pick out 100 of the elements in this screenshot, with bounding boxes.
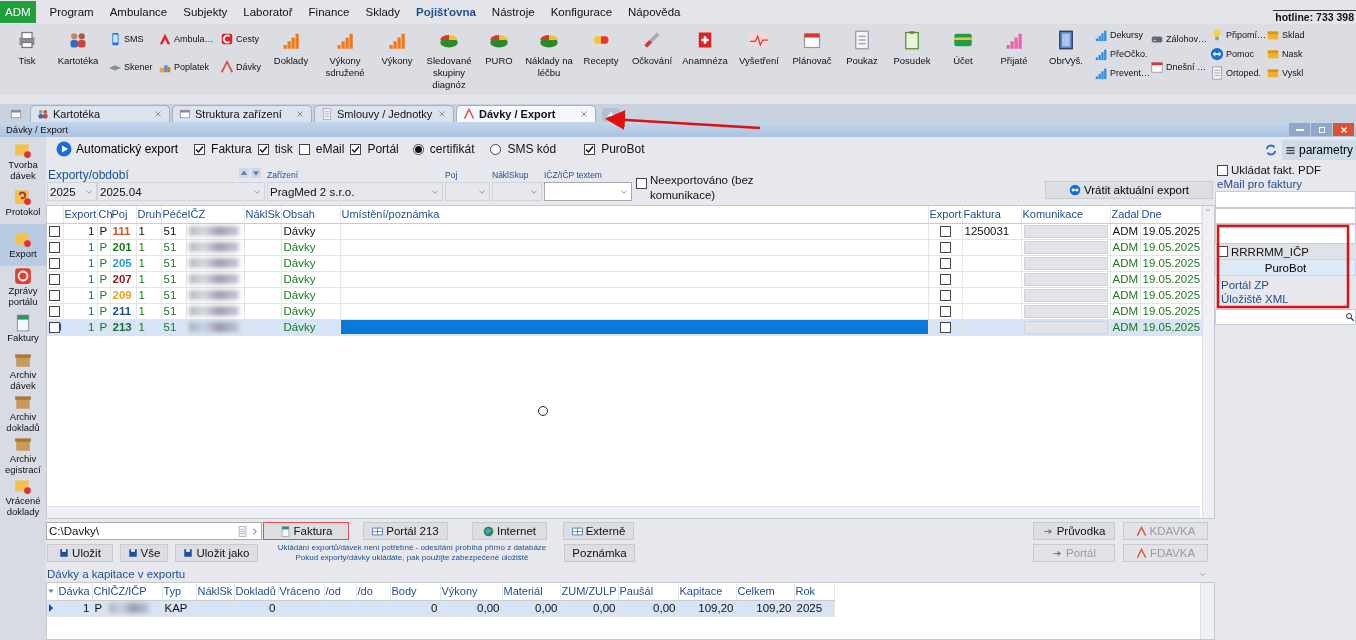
checkbox[interactable] bbox=[636, 178, 647, 189]
save-button[interactable]: Vše bbox=[120, 544, 168, 562]
ribbon-button[interactable]: PURO bbox=[485, 28, 513, 67]
ribbon-button[interactable]: Dnešní … bbox=[1150, 60, 1207, 74]
column-header[interactable]: NáklSk bbox=[196, 583, 234, 600]
ribbon-button[interactable]: Tisk bbox=[17, 28, 37, 67]
action-button[interactable]: Portál 213 bbox=[363, 522, 448, 540]
menu-item[interactable]: Konfigurace bbox=[542, 6, 621, 18]
ribbon-button[interactable]: Kartotéka bbox=[57, 28, 99, 67]
column-header[interactable]: NáklSk bbox=[244, 206, 281, 223]
column-header[interactable]: Celkem bbox=[736, 583, 794, 600]
checkbox[interactable] bbox=[49, 273, 60, 285]
tab[interactable]: Smlouvy / Jednotky bbox=[314, 105, 454, 122]
menu-item[interactable]: Nápověda bbox=[620, 6, 689, 18]
column-header[interactable]: Faktura bbox=[962, 206, 1021, 223]
ribbon-button[interactable]: Poukaz bbox=[846, 28, 878, 67]
ribbon-button[interactable]: Anamnéza bbox=[682, 28, 728, 67]
tab[interactable]: Kartotéka bbox=[30, 105, 170, 122]
menu-item[interactable]: Program bbox=[41, 6, 102, 18]
checkbox[interactable] bbox=[298, 143, 310, 155]
path-field[interactable]: C:\Davky\ bbox=[46, 522, 262, 540]
column-header[interactable]: Obsah bbox=[281, 206, 340, 223]
checkbox[interactable] bbox=[1217, 246, 1228, 257]
checkbox[interactable] bbox=[49, 289, 60, 301]
menu-item[interactable]: Sklady bbox=[357, 6, 408, 18]
ribbon-button[interactable]: Prevent… bbox=[1094, 66, 1151, 80]
column-header[interactable]: Paušál bbox=[618, 583, 678, 600]
ribbon-button[interactable]: Skener bbox=[108, 60, 153, 74]
column-header[interactable]: Ch bbox=[97, 206, 110, 223]
ribbon-button[interactable]: Poplatek bbox=[158, 60, 210, 74]
ribbon-button[interactable]: ObrVyš. bbox=[1049, 28, 1083, 67]
ribbon-button[interactable]: Zálohov… bbox=[1150, 32, 1208, 46]
radio-button[interactable] bbox=[412, 143, 424, 155]
sidebar-item[interactable]: Archiv egistrací bbox=[0, 434, 46, 476]
ribbon-button[interactable]: Výkony sdružené bbox=[318, 28, 372, 79]
tab[interactable]: Struktura zařízení bbox=[172, 105, 312, 122]
column-header[interactable]: Kapitace bbox=[678, 583, 736, 600]
sort-down-button[interactable] bbox=[251, 168, 261, 178]
ribbon-button[interactable]: Náklady na léčbu bbox=[522, 28, 576, 79]
column-header[interactable]: Umístění/poznámka bbox=[340, 206, 928, 223]
column-header[interactable]: Export bbox=[63, 206, 97, 223]
close-button[interactable] bbox=[1333, 123, 1354, 136]
ribbon-button[interactable]: SMS bbox=[108, 32, 144, 46]
sidebar-item[interactable]: Archiv dokladů bbox=[0, 392, 46, 434]
checkbox[interactable] bbox=[939, 306, 951, 318]
checkbox[interactable] bbox=[939, 226, 951, 238]
purobot-button[interactable]: PuroBot bbox=[1215, 259, 1356, 276]
ribbon-button[interactable]: Sledované skupiny diagnóz bbox=[422, 28, 476, 91]
menu-item[interactable]: Nástroje bbox=[483, 6, 543, 18]
column-header[interactable]: Druh bbox=[136, 206, 161, 223]
column-header[interactable]: Komunikace bbox=[1021, 206, 1110, 223]
parameters-button[interactable]: parametry bbox=[1281, 140, 1356, 160]
text-field[interactable] bbox=[544, 182, 632, 201]
ribbon-button[interactable]: Vyskl bbox=[1266, 66, 1304, 80]
sidebar-item[interactable]: Zprávy portálu bbox=[0, 266, 46, 308]
vertical-scrollbar[interactable] bbox=[1201, 206, 1214, 518]
checkbox[interactable] bbox=[257, 143, 269, 155]
save-button[interactable]: Uložit bbox=[47, 544, 113, 562]
radio-button[interactable] bbox=[490, 143, 502, 155]
text-field[interactable] bbox=[1215, 208, 1356, 224]
dropdown[interactable]: 2025 bbox=[47, 182, 97, 201]
vertical-scrollbar[interactable] bbox=[1200, 583, 1214, 639]
checkbox[interactable] bbox=[584, 143, 596, 155]
dropdown[interactable]: 2025.04 bbox=[97, 182, 265, 201]
sort-up-button[interactable] bbox=[239, 168, 249, 178]
checkbox[interactable] bbox=[350, 143, 362, 155]
ribbon-button[interactable]: Sklad bbox=[1266, 28, 1305, 42]
column-header[interactable]: Výkony bbox=[440, 583, 502, 600]
action-button[interactable]: Internet bbox=[472, 522, 547, 540]
ribbon-button[interactable]: Doklady bbox=[273, 28, 309, 67]
revert-export-button[interactable]: Vrátit aktuální export bbox=[1045, 181, 1213, 199]
checkbox[interactable] bbox=[49, 305, 60, 317]
horizontal-scrollbar[interactable] bbox=[47, 506, 1200, 518]
ribbon-button[interactable]: Výkony bbox=[381, 28, 413, 67]
menu-item[interactable]: Finance bbox=[300, 6, 358, 18]
search-field[interactable] bbox=[1215, 309, 1356, 325]
checkbox[interactable] bbox=[49, 225, 60, 237]
column-header[interactable]: Rok bbox=[794, 583, 834, 600]
sidebar-item[interactable]: Faktury bbox=[0, 308, 46, 350]
ribbon-button[interactable]: Dávky bbox=[220, 60, 261, 74]
ribbon-button[interactable]: Ambula… bbox=[158, 32, 214, 46]
ribbon-button[interactable]: Vyšetření bbox=[739, 28, 779, 67]
column-header[interactable]: Dávka bbox=[57, 583, 92, 600]
ribbon-button[interactable]: Cesty bbox=[220, 32, 259, 46]
column-header[interactable]: /do bbox=[356, 583, 390, 600]
ribbon-button[interactable]: Recepty bbox=[583, 28, 619, 67]
ribbon-button[interactable]: Očkování bbox=[631, 28, 673, 67]
menu-item[interactable]: Laboratoř bbox=[235, 6, 301, 18]
save-button[interactable]: Uložit jako bbox=[175, 544, 258, 562]
column-header[interactable]: /od bbox=[324, 583, 356, 600]
column-header[interactable]: Export bbox=[928, 206, 962, 223]
column-header[interactable]: Vráceno bbox=[278, 583, 324, 600]
checkbox[interactable] bbox=[194, 143, 206, 155]
ribbon-button[interactable]: Dekursy bbox=[1094, 28, 1143, 42]
ribbon-button[interactable]: Plánovač bbox=[792, 28, 832, 67]
ribbon-button[interactable]: Nask bbox=[1266, 47, 1303, 61]
column-header[interactable]: Zadal bbox=[1110, 206, 1140, 223]
column-header[interactable]: IČZ bbox=[186, 206, 244, 223]
link[interactable]: Portál ZP bbox=[1215, 279, 1356, 293]
column-header[interactable]: Dokladů bbox=[234, 583, 278, 600]
